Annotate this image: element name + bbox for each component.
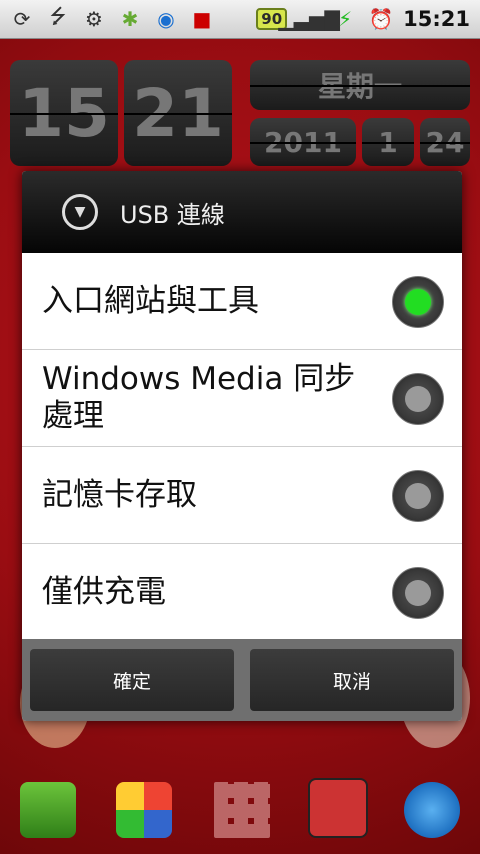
android-debug-icon: ✱ bbox=[121, 7, 139, 31]
status-bar: ⟳ ⭍ ⚙ ✱ ◉ ■ 90 ▁▃▅▇ ⚡ ⏰ 15:21 bbox=[0, 0, 480, 39]
radio-button-selected[interactable] bbox=[392, 276, 444, 328]
clock-month: 1 bbox=[378, 125, 398, 159]
rss-feed-icon: ◉ bbox=[157, 7, 175, 31]
signal-strength-icon: ▁▃▅▇ bbox=[278, 7, 340, 31]
option-label: 入口網站與工具 bbox=[42, 282, 259, 319]
clock-day: 24 bbox=[425, 125, 465, 159]
clock-hour-flip[interactable]: 15 bbox=[10, 60, 118, 166]
usb-connection-dialog: ▼ USB 連線 入口網站與工具 Windows Media 同步處理 記憶卡存… bbox=[22, 171, 462, 721]
clock-month-flip: 1 bbox=[362, 118, 414, 166]
clock-minute-flip[interactable]: 21 bbox=[124, 60, 232, 166]
phone-app-icon[interactable] bbox=[20, 782, 76, 838]
clock-day-flip: 24 bbox=[420, 118, 470, 166]
clock-minute: 21 bbox=[132, 74, 224, 152]
settings-gear-icon[interactable] bbox=[404, 782, 460, 838]
radio-button[interactable] bbox=[392, 470, 444, 522]
clock-hour: 15 bbox=[18, 74, 110, 152]
usb-icon: ⭍ bbox=[49, 4, 67, 28]
radio-dot bbox=[405, 580, 431, 606]
all-apps-icon[interactable] bbox=[214, 782, 270, 838]
option-label: 僅供充電 bbox=[42, 573, 166, 610]
cancel-button[interactable]: 取消 bbox=[250, 649, 454, 711]
clock-year-flip: 2011 bbox=[250, 118, 356, 166]
ok-button[interactable]: 確定 bbox=[30, 649, 234, 711]
battery-charging-icon: ⚡ bbox=[338, 7, 353, 31]
radio-dot bbox=[405, 289, 431, 315]
radio-dot bbox=[405, 386, 431, 412]
dialog-button-bar: 確定 取消 bbox=[22, 639, 462, 721]
radio-button[interactable] bbox=[392, 373, 444, 425]
radio-dot bbox=[405, 483, 431, 509]
dialog-title-bar: ▼ USB 連線 bbox=[22, 171, 462, 253]
clock-weekday: 星期一 bbox=[317, 70, 402, 103]
sync-icon: ⟳ bbox=[13, 7, 31, 31]
settings-notification-icon: ⚙ bbox=[85, 7, 103, 31]
alarm-clock-icon: ⏰ bbox=[368, 7, 394, 31]
radio-button[interactable] bbox=[392, 567, 444, 619]
dialog-title: USB 連線 bbox=[120, 200, 225, 229]
clock-weekday-flip: 星期一 bbox=[250, 60, 470, 110]
usb-option-portal-tools[interactable]: 入口網站與工具 bbox=[22, 253, 462, 350]
app-notification-icon: ■ bbox=[192, 7, 212, 31]
status-time: 15:21 bbox=[403, 7, 470, 31]
usb-option-memory-card-access[interactable]: 記憶卡存取 bbox=[22, 447, 462, 544]
option-label: 記憶卡存取 bbox=[42, 476, 197, 513]
usb-option-charge-only[interactable]: 僅供充電 bbox=[22, 544, 462, 640]
home-dock bbox=[0, 778, 480, 854]
email-app-icon[interactable] bbox=[308, 778, 368, 838]
app-drawer-grid-icon[interactable] bbox=[116, 782, 172, 838]
usb-option-windows-media-sync[interactable]: Windows Media 同步處理 bbox=[22, 350, 462, 447]
dropdown-circle-icon: ▼ bbox=[62, 194, 98, 230]
option-label: Windows Media 同步處理 bbox=[42, 361, 356, 434]
clock-year: 2011 bbox=[264, 125, 342, 159]
